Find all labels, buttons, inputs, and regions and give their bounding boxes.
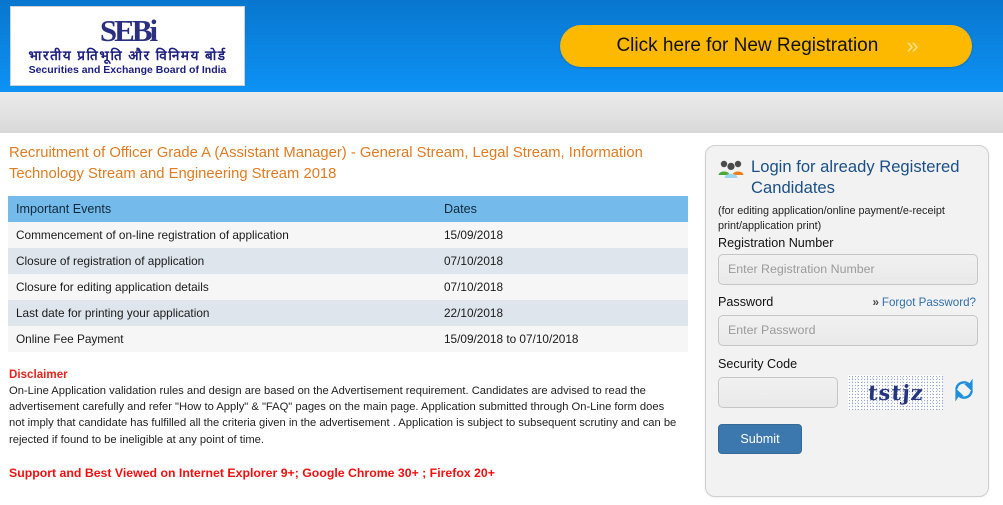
event-name: Online Fee Payment — [8, 326, 436, 352]
column-header-dates: Dates — [436, 196, 688, 222]
event-date: 15/09/2018 to 07/10/2018 — [436, 326, 688, 352]
login-panel-title: Login for already Registered Candidates — [751, 156, 976, 198]
password-label: Password — [718, 295, 773, 309]
event-date: 22/10/2018 — [436, 300, 688, 326]
users-group-icon — [718, 159, 744, 184]
new-registration-button[interactable]: Click here for New Registration » — [560, 25, 972, 67]
sebi-logo-english-text: Securities and Exchange Board of India — [29, 64, 227, 77]
event-name: Closure of registration of application — [8, 248, 436, 274]
double-chevron-right-icon: » — [872, 296, 876, 309]
sebi-logo-hindi-text: भारतीय प्रतिभूति और विनिमय बोर्ड — [28, 49, 226, 64]
event-date: 07/10/2018 — [436, 248, 688, 274]
table-row: Closure of registration of application 0… — [8, 248, 688, 274]
table-header-row: Important Events Dates — [8, 196, 688, 222]
table-row: Online Fee Payment 15/09/2018 to 07/10/2… — [8, 326, 688, 352]
table-row: Last date for printing your application … — [8, 300, 688, 326]
browser-support-note: Support and Best Viewed on Internet Expl… — [9, 466, 694, 480]
header-divider-band — [0, 92, 1003, 133]
security-code-row: tstjz — [718, 375, 976, 410]
table-row: Closure for editing application details … — [8, 274, 688, 300]
event-name: Closure for editing application details — [8, 274, 436, 300]
password-input[interactable] — [718, 315, 978, 346]
registration-number-input[interactable] — [718, 254, 978, 285]
disclaimer-heading: Disclaimer — [9, 368, 694, 381]
forgot-password-link-wrap[interactable]: » Forgot Password? — [872, 293, 976, 311]
submit-button[interactable]: Submit — [718, 424, 802, 454]
security-code-label: Security Code — [718, 357, 976, 371]
login-panel: Login for already Registered Candidates … — [705, 145, 989, 497]
new-registration-label: Click here for New Registration — [616, 35, 878, 57]
security-code-input[interactable] — [718, 377, 838, 408]
event-date: 07/10/2018 — [436, 274, 688, 300]
event-name: Last date for printing your application — [8, 300, 436, 326]
refresh-captcha-icon[interactable] — [953, 379, 975, 406]
captcha-image: tstjz — [848, 375, 943, 410]
captcha-text: tstjz — [867, 380, 924, 405]
sebi-logo: SEBi भारतीय प्रतिभूति और विनिमय बोर्ड Se… — [10, 6, 245, 86]
column-header-events: Important Events — [8, 196, 436, 222]
event-date: 15/09/2018 — [436, 222, 688, 248]
important-events-table: Important Events Dates Commencement of o… — [8, 196, 688, 352]
login-panel-header: Login for already Registered Candidates — [718, 156, 976, 198]
forgot-password-link[interactable]: Forgot Password? — [882, 296, 976, 309]
registration-number-label: Registration Number — [718, 236, 976, 250]
page-title: Recruitment of Officer Grade A (Assistan… — [9, 143, 694, 186]
event-name: Commencement of on-line registration of … — [8, 222, 436, 248]
table-row: Commencement of on-line registration of … — [8, 222, 688, 248]
main-content: Recruitment of Officer Grade A (Assistan… — [8, 143, 694, 480]
sebi-logo-mark: SEBi — [100, 11, 155, 49]
disclaimer-body: On-Line Application validation rules and… — [9, 383, 681, 448]
password-label-row: Password » Forgot Password? — [718, 292, 976, 311]
login-panel-note: (for editing application/online payment/… — [718, 204, 976, 232]
double-chevron-right-icon: » — [906, 35, 915, 57]
